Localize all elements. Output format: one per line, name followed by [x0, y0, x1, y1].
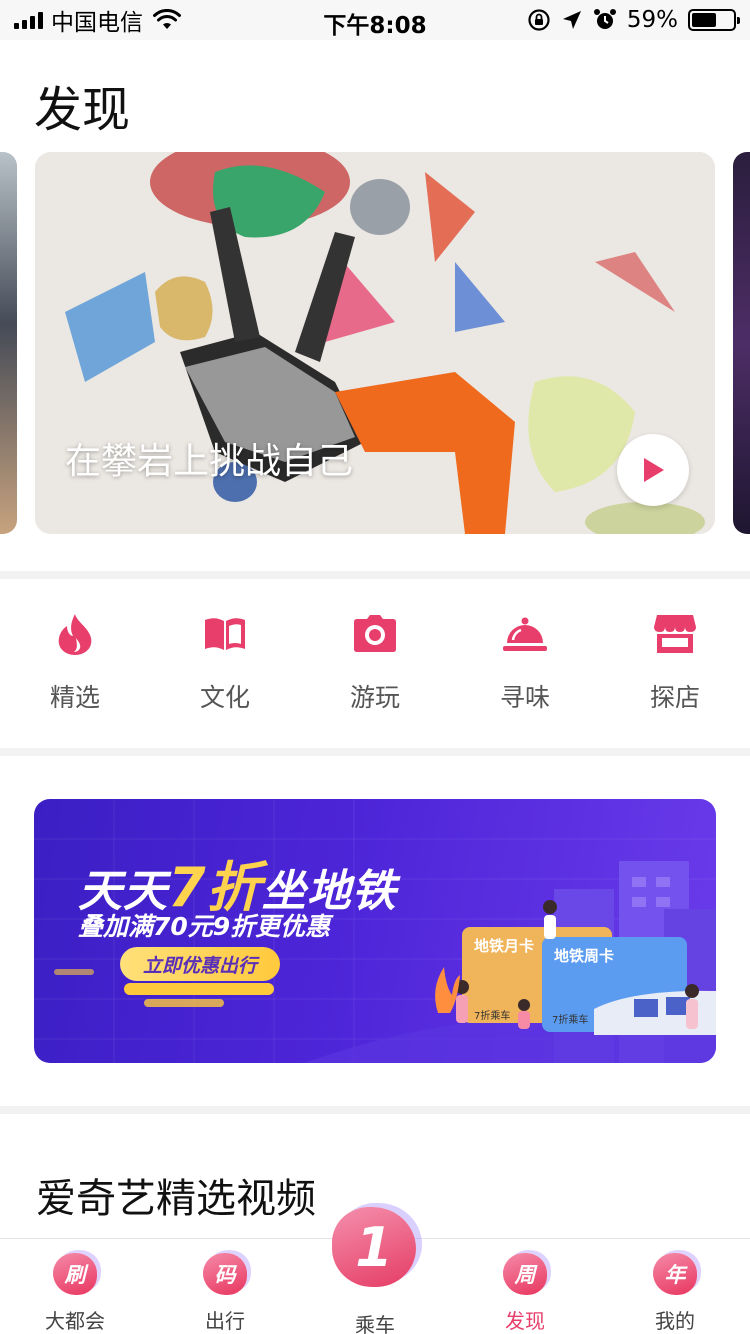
section-divider — [0, 748, 750, 756]
carousel-prev-card[interactable] — [0, 152, 17, 534]
tab-chuxing[interactable]: 码 出行 — [150, 1239, 300, 1334]
orientation-lock-icon — [528, 9, 550, 31]
location-icon — [562, 11, 581, 29]
battery-icon — [688, 9, 740, 31]
category-label: 探店 — [649, 683, 700, 712]
category-youwan[interactable]: 游玩 — [300, 580, 450, 750]
carousel-card-climbing[interactable]: 在攀岩上挑战自己 — [35, 152, 715, 534]
category-label: 文化 — [199, 683, 250, 712]
book-icon — [201, 610, 249, 658]
tab-label: 大都会 — [45, 1309, 105, 1333]
tab-label: 我的 — [655, 1309, 695, 1333]
status-left: 中国电信 — [14, 6, 181, 36]
weekly-card-note: 7折乘车 — [552, 1015, 589, 1026]
promo-cta-button[interactable]: 立即优惠出行 — [120, 947, 280, 981]
status-right: 59% — [527, 6, 740, 34]
status-bar: 中国电信 下午8:08 59% — [0, 0, 750, 40]
tab-dadouhui[interactable]: 刷 大都会 — [0, 1239, 150, 1334]
category-label: 精选 — [49, 683, 100, 712]
camera-icon — [351, 610, 399, 658]
carousel-next-card[interactable] — [733, 152, 750, 534]
tab-faxian[interactable]: 周 发现 — [450, 1239, 600, 1334]
promo-subtitle: 叠加满70元9折更优惠 — [78, 912, 331, 941]
flame-icon — [51, 610, 99, 658]
featured-carousel[interactable]: 在攀岩上挑战自己 — [0, 152, 750, 534]
battery-percent: 59% — [626, 7, 678, 33]
category-tandian[interactable]: 探店 — [600, 580, 750, 750]
play-icon — [644, 458, 664, 482]
monthly-card-label: 地铁月卡 — [474, 937, 535, 955]
section-title-iqiyi: 爱奇艺精选视频 — [36, 1176, 316, 1222]
tab-week-icon: 周 — [503, 1253, 547, 1295]
category-wenhua[interactable]: 文化 — [150, 580, 300, 750]
food-cloche-icon — [501, 610, 549, 658]
tab-brush-icon: 刷 — [53, 1253, 97, 1295]
play-button[interactable] — [617, 434, 689, 506]
category-label: 游玩 — [349, 683, 400, 712]
monthly-card-note: 7折乘车 — [474, 1011, 511, 1022]
tab-ride-badge-icon: 1 — [332, 1207, 416, 1287]
weekly-card-label: 地铁周卡 — [554, 947, 615, 965]
category-xunwei[interactable]: 寻味 — [450, 580, 600, 750]
signal-icon — [14, 11, 43, 29]
tab-chengche[interactable]: 1 乘车 — [300, 1207, 450, 1334]
battery-level — [692, 13, 716, 27]
tab-label: 乘车 — [355, 1313, 395, 1334]
wifi-icon — [153, 9, 181, 29]
tab-code-icon: 码 — [203, 1253, 247, 1295]
tab-label: 发现 — [505, 1309, 545, 1333]
tab-label: 出行 — [205, 1309, 245, 1333]
tab-wode[interactable]: 年 我的 — [600, 1239, 750, 1334]
carrier-name: 中国电信 — [51, 10, 143, 36]
category-label: 寻味 — [499, 683, 550, 712]
tab-year-icon: 年 — [653, 1253, 697, 1295]
promo-banner[interactable]: 天天7折坐地铁 叠加满70元9折更优惠 立即优惠出行 地铁月卡 地铁周卡 7折乘… — [34, 799, 716, 1063]
category-row: 精选 文化 游玩 寻味 探店 — [0, 580, 750, 750]
store-icon — [651, 610, 699, 658]
section-divider — [0, 1106, 750, 1114]
alarm-icon — [593, 9, 616, 29]
bottom-tab-bar: 刷 大都会 码 出行 1 乘车 周 发现 年 我的 — [0, 1207, 750, 1334]
page-title: 发现 — [34, 82, 131, 138]
category-jingxuan[interactable]: 精选 — [0, 580, 150, 750]
hero-caption: 在攀岩上挑战自己 — [65, 441, 354, 482]
section-divider — [0, 571, 750, 579]
